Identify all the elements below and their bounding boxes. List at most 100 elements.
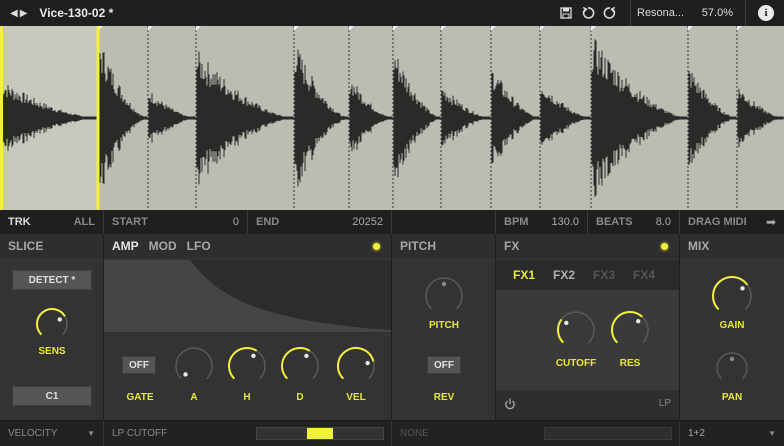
tab-fx4[interactable]: FX4	[624, 268, 664, 282]
amp-power-led[interactable]	[373, 243, 380, 250]
none-text[interactable]: NONE	[400, 428, 429, 439]
attack-knob[interactable]	[174, 346, 214, 386]
preset-nav: ◀ ▶	[10, 8, 27, 19]
slice-handle[interactable]	[688, 26, 693, 31]
velocity-text: VELOCITY	[8, 428, 58, 439]
root-note-button[interactable]: C1	[12, 386, 92, 406]
slice-handle[interactable]	[148, 26, 153, 31]
tab-fx1[interactable]: FX1	[504, 268, 544, 282]
mod-target-row: LP CUTOFF	[104, 420, 392, 446]
cutoff-knob[interactable]	[556, 310, 596, 350]
pitch-label: PITCH	[429, 320, 459, 331]
fx-power-led[interactable]	[661, 243, 668, 250]
slice-handle[interactable]	[294, 26, 299, 31]
divider	[745, 0, 746, 26]
reverse-label: REV	[433, 392, 455, 403]
sens-label: SENS	[38, 346, 66, 357]
slice-handle[interactable]	[540, 26, 545, 31]
filter-mode[interactable]: LP	[659, 398, 671, 409]
fx-title: FX	[496, 234, 679, 258]
resonance-label: RES	[619, 358, 641, 369]
decay-knob[interactable]	[280, 346, 320, 386]
pitch-panel: PITCH PITCH OFF REV	[392, 234, 496, 420]
start-value[interactable]: 0	[233, 216, 239, 228]
amp-tabs: AMP MOD LFO	[104, 234, 391, 258]
fx-tabs: FX1 FX2 FX3 FX4	[496, 260, 679, 290]
velocity-knob[interactable]	[336, 346, 376, 386]
tab-fx2[interactable]: FX2	[544, 268, 584, 282]
waveform-display[interactable]	[0, 26, 784, 210]
slice-handle[interactable]	[349, 26, 354, 31]
start-label: START	[112, 216, 148, 228]
mod-amount-slider-2[interactable]	[544, 427, 672, 440]
slice-info-bar: TRK ALL START 0 END 20252 BPM 130.0 BEAT…	[0, 210, 784, 234]
bpm-value[interactable]: 130.0	[551, 216, 579, 228]
slice-panel: SLICE DETECT * SENS C1	[0, 234, 104, 420]
cpu-meter: 57.0%	[701, 7, 733, 19]
output-text: 1+2	[688, 428, 705, 439]
gate-label: GATE	[126, 392, 154, 403]
pitch-knob[interactable]	[424, 276, 464, 316]
envelope-graph[interactable]	[104, 260, 391, 332]
slice-title: SLICE	[0, 234, 103, 258]
decay-label: D	[296, 392, 304, 403]
resonance-knob[interactable]	[610, 310, 650, 350]
mod-target-row-2: NONE	[392, 420, 680, 446]
next-arrow-icon[interactable]: ▶	[20, 8, 28, 19]
start-cell: START 0	[104, 210, 248, 234]
tab-mod[interactable]: MOD	[149, 239, 177, 253]
beats-cell: BEATS 8.0	[588, 210, 680, 234]
drag-midi-cell[interactable]: DRAG MIDI ➡	[680, 210, 784, 234]
bpm-label: BPM	[504, 216, 529, 228]
tab-fx3[interactable]: FX3	[584, 268, 624, 282]
lp-cutoff-text[interactable]: LP CUTOFF	[112, 428, 167, 439]
all-label[interactable]: ALL	[74, 216, 95, 228]
output-dropdown[interactable]: 1+2 ▼	[680, 420, 784, 446]
gain-label: GAIN	[719, 320, 745, 331]
cutoff-label: CUTOFF	[555, 358, 597, 369]
slice-handle[interactable]	[591, 26, 596, 31]
reverse-button[interactable]: OFF	[427, 356, 461, 374]
power-icon[interactable]	[504, 398, 516, 410]
pitch-title: PITCH	[392, 234, 495, 258]
end-value[interactable]: 20252	[352, 216, 383, 228]
info-icon[interactable]: i	[758, 5, 774, 21]
mix-title: MIX	[680, 234, 784, 258]
prev-arrow-icon[interactable]: ◀	[10, 8, 18, 19]
plugin-name: Resona...	[637, 7, 685, 19]
redo-icon[interactable]	[602, 5, 618, 21]
fx-bottom-bar: LP	[496, 390, 679, 420]
beats-value[interactable]: 8.0	[656, 216, 671, 228]
top-right-toolbar: Resona... 57.0% i	[558, 0, 784, 26]
tab-lfo[interactable]: LFO	[187, 239, 211, 253]
gate-button[interactable]: OFF	[122, 356, 156, 374]
slice-handle[interactable]	[196, 26, 201, 31]
chevron-down-icon[interactable]: ▼	[87, 429, 95, 438]
pan-knob[interactable]	[714, 350, 750, 386]
undo-icon[interactable]	[580, 5, 596, 21]
preset-name[interactable]: Vice-130-02 *	[39, 6, 113, 20]
arrow-right-icon[interactable]: ➡	[766, 215, 776, 229]
mix-panel: MIX GAIN PAN	[680, 234, 784, 420]
amp-panel: AMP MOD LFO OFF GATE A H D VEL	[104, 234, 392, 420]
beats-label: BEATS	[596, 216, 633, 228]
waveform-graphic[interactable]	[0, 26, 784, 210]
slice-handle[interactable]	[737, 26, 742, 31]
gain-knob[interactable]	[710, 274, 754, 318]
velocity-dropdown[interactable]: VELOCITY ▼	[0, 420, 104, 446]
slice-handle[interactable]	[441, 26, 446, 31]
save-icon[interactable]	[558, 5, 574, 21]
hold-knob[interactable]	[227, 346, 267, 386]
detect-button[interactable]: DETECT *	[12, 270, 92, 290]
chevron-down-icon[interactable]: ▼	[768, 429, 776, 438]
drag-midi-label[interactable]: DRAG MIDI	[688, 216, 747, 228]
mod-amount-slider[interactable]	[256, 427, 384, 440]
slice-handle[interactable]	[491, 26, 496, 31]
pan-label: PAN	[721, 392, 743, 403]
tab-amp[interactable]: AMP	[112, 239, 139, 253]
trk-label[interactable]: TRK	[8, 216, 31, 228]
slice-handle[interactable]	[393, 26, 398, 31]
sens-knob[interactable]	[34, 306, 70, 342]
hold-label: H	[243, 392, 251, 403]
divider	[630, 0, 631, 26]
